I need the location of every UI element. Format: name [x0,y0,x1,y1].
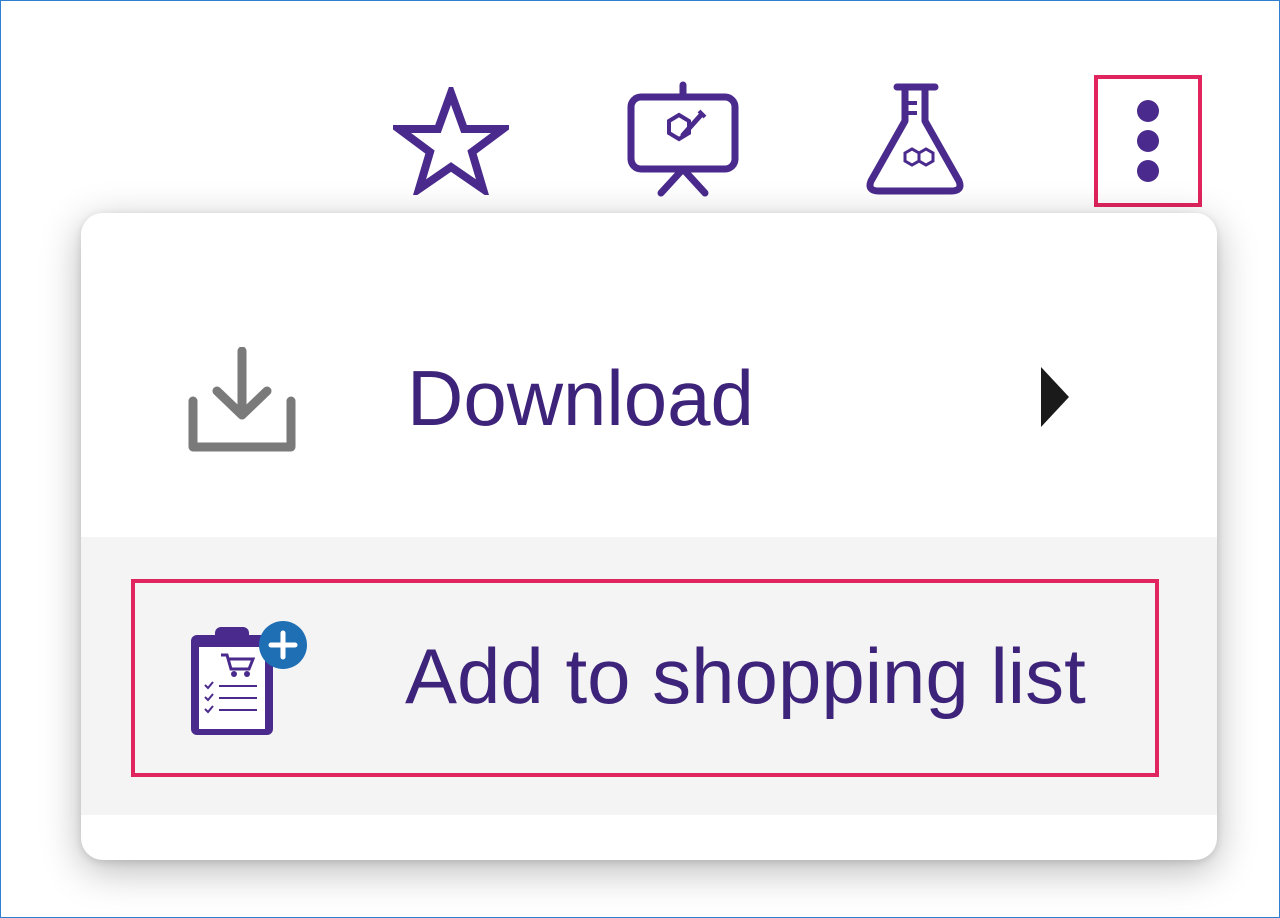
download-icon [188,347,296,452]
more-dot [1137,100,1159,122]
flask-icon[interactable] [863,81,967,195]
menu-item-download[interactable]: Download [81,213,1217,537]
more-dot [1137,130,1159,152]
menu-item-download-label: Download [407,354,754,442]
menu-item-add-to-shopping-list[interactable]: Add to shopping list [81,537,1217,815]
more-options-menu: Download Add to shopping list [81,213,1217,860]
more-options-button[interactable] [1094,75,1202,207]
screenshot-frame: Download Add to shopping list [0,0,1280,918]
star-icon[interactable] [393,87,509,195]
submenu-arrow-icon [1041,367,1069,427]
menu-item-add-to-shopping-list-label: Add to shopping list [405,632,1086,720]
presentation-board-icon[interactable] [625,81,741,197]
more-dot [1137,160,1159,182]
shopping-list-add-icon [191,621,307,735]
